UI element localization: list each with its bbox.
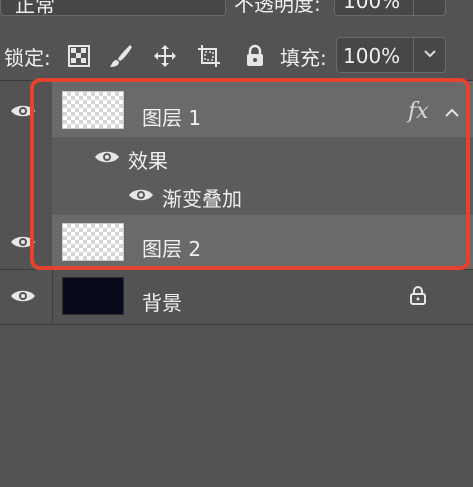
blend-mode-select[interactable]: 正常	[0, 0, 226, 17]
lock-fill-row: 锁定: 填充: 100%	[0, 30, 473, 80]
lock-label: 锁定:	[4, 46, 51, 70]
layer-name: 图层 1	[142, 106, 202, 130]
visibility-column	[0, 137, 52, 215]
layer-effects: 效果 渐变叠加	[0, 137, 473, 215]
layer-row-layer-1[interactable]: 图层 1 fx	[0, 81, 473, 137]
lock-transparent-pixels-icon[interactable]	[66, 43, 92, 69]
column-separator	[52, 270, 53, 324]
lock-icon[interactable]	[408, 284, 428, 306]
eye-icon[interactable]	[10, 288, 36, 304]
fill-value: 100%	[343, 44, 401, 68]
opacity-dropdown-button[interactable]	[414, 0, 446, 16]
opacity-value: 100%	[343, 0, 401, 13]
lock-image-pixels-icon[interactable]	[108, 43, 134, 69]
chevron-down-icon	[424, 50, 436, 58]
visibility-column	[0, 81, 52, 137]
fill-label: 填充:	[280, 46, 327, 70]
blend-mode-value: 正常	[15, 0, 55, 17]
effects-label: 效果	[128, 149, 168, 173]
lock-position-icon[interactable]	[152, 43, 178, 69]
layer-thumbnail	[62, 223, 124, 261]
chevron-up-icon[interactable]	[444, 107, 460, 119]
layer-row-layer-2[interactable]: 图层 2	[0, 215, 473, 269]
fill-input[interactable]: 100%	[336, 37, 414, 73]
divider	[0, 324, 473, 325]
chevron-down-icon	[422, 0, 438, 1]
visibility-column	[0, 215, 52, 269]
effect-item-gradient-overlay[interactable]: 渐变叠加	[162, 183, 242, 212]
eye-icon[interactable]	[128, 187, 154, 203]
layer-name: 图层 2	[142, 237, 202, 261]
layer-name: 背景	[142, 291, 182, 315]
blend-opacity-row: 正常 不透明度: 100%	[0, 0, 473, 30]
fx-icon[interactable]: fx	[408, 99, 429, 124]
eye-icon[interactable]	[10, 234, 36, 250]
layer-thumbnail	[62, 277, 124, 315]
layer-thumbnail	[62, 91, 124, 129]
visibility-column	[0, 270, 52, 324]
eye-icon[interactable]	[10, 103, 36, 119]
chevron-down-icon	[201, 0, 217, 3]
opacity-input[interactable]: 100%	[334, 0, 414, 16]
opacity-label: 不透明度:	[234, 0, 321, 16]
fill-dropdown-button[interactable]	[414, 37, 446, 73]
lock-all-icon[interactable]	[242, 43, 268, 69]
lock-artboard-icon[interactable]	[196, 43, 222, 69]
layer-row-background[interactable]: 背景	[0, 270, 473, 324]
layers-panel: 正常 不透明度: 100% 锁定: 填充: 100% 图层 1 fx 效果 渐变…	[0, 0, 473, 487]
eye-icon[interactable]	[94, 149, 120, 165]
